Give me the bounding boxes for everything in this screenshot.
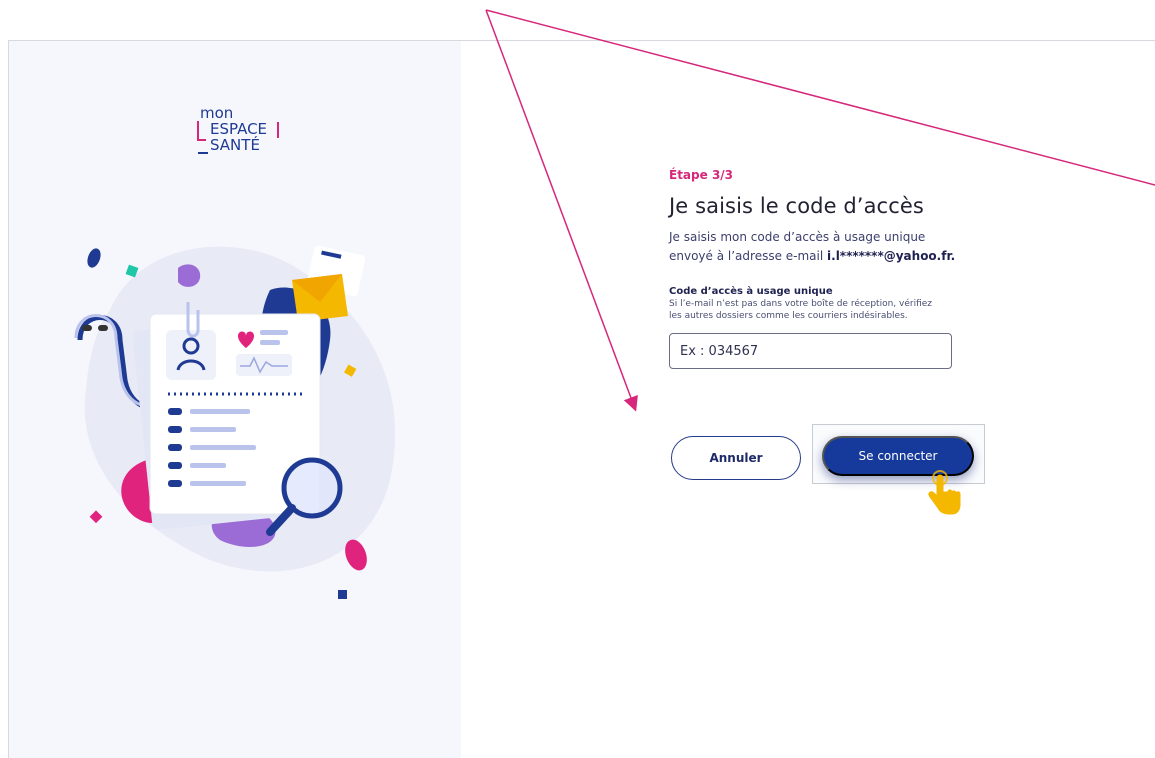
instruction-text: Je saisis mon code d’accès à usage uniqu… [669,228,969,266]
access-code-help: Si l’e-mail n’est pas dans votre boîte d… [669,299,933,321]
masked-email: i.l*******@yahoo.fr. [827,249,956,263]
cancel-button[interactable]: Annuler [671,436,801,480]
page-title: Je saisis le code d’accès [669,194,924,218]
medical-record-illustration [74,245,396,599]
hand-pointer-icon [928,470,961,515]
login-step-form: Étape 3/3 Je saisis le code d’accès Je s… [669,166,999,369]
mon-espace-sante-logo: mon ESPACE SANTÉ [197,104,279,154]
step-indicator: Étape 3/3 [669,168,734,182]
logo-line-3: SANTÉ [210,135,260,154]
access-code-label: Code d’accès à usage unique [669,286,833,297]
access-code-input[interactable] [669,333,952,369]
